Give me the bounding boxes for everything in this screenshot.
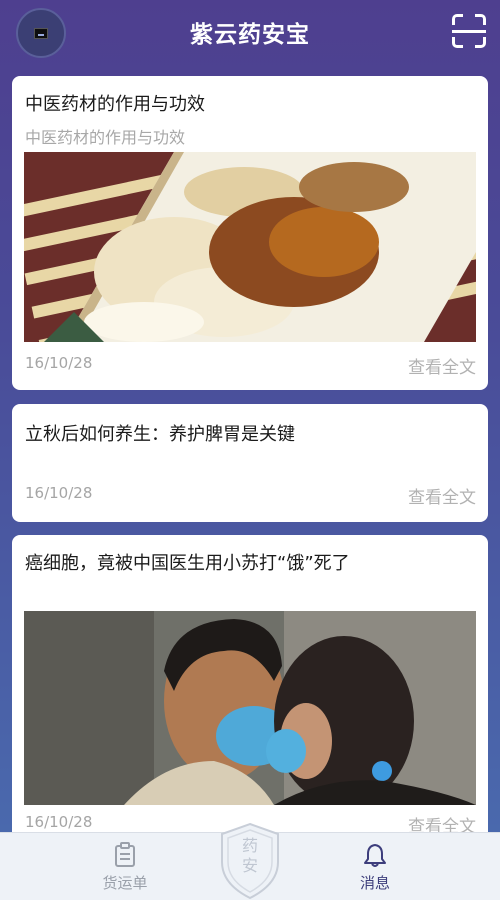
tab-messages[interactable]: 消息 bbox=[325, 833, 425, 900]
top-bar: 紫云药安宝 bbox=[0, 0, 500, 64]
article-card[interactable]: 立秋后如何养生：养护脾胃是关键 16/10/28 查看全文 bbox=[12, 404, 488, 522]
article-card[interactable]: 癌细胞，竟被中国医生用小苏打“饿”死了 16/10/28 查看全文 bbox=[12, 535, 488, 845]
center-badge-label: 药安 bbox=[241, 836, 258, 875]
avatar[interactable] bbox=[16, 8, 66, 58]
article-date: 16/10/28 bbox=[25, 813, 93, 831]
shield-badge-icon[interactable]: 药安 bbox=[218, 822, 282, 900]
article-title: 癌细胞，竟被中国医生用小苏打“饿”死了 bbox=[25, 553, 350, 574]
article-subtitle: 中医药材的作用与功效 bbox=[25, 128, 186, 147]
clipboard-icon bbox=[115, 841, 135, 867]
article-title: 立秋后如何养生：养护脾胃是关键 bbox=[25, 424, 295, 445]
tab-label: 货运单 bbox=[102, 873, 148, 892]
scan-icon[interactable] bbox=[452, 14, 486, 48]
article-card[interactable]: 中医药材的作用与功效 中医药材的作用与功效 16/10/28 查看全文 bbox=[12, 76, 488, 390]
tab-shipping-orders[interactable]: 货运单 bbox=[75, 833, 175, 900]
app-title: 紫云药安宝 bbox=[190, 22, 310, 48]
article-title: 中医药材的作用与功效 bbox=[25, 94, 205, 115]
article-image-masks bbox=[24, 611, 476, 805]
article-date: 16/10/28 bbox=[25, 354, 93, 372]
read-more-link[interactable]: 查看全文 bbox=[408, 483, 476, 508]
read-more-link[interactable]: 查看全文 bbox=[408, 353, 476, 378]
avatar-image bbox=[34, 27, 48, 39]
article-date: 16/10/28 bbox=[25, 484, 93, 502]
tab-label: 消息 bbox=[359, 873, 390, 892]
article-image-herbs bbox=[24, 152, 476, 342]
bell-icon bbox=[364, 843, 386, 867]
